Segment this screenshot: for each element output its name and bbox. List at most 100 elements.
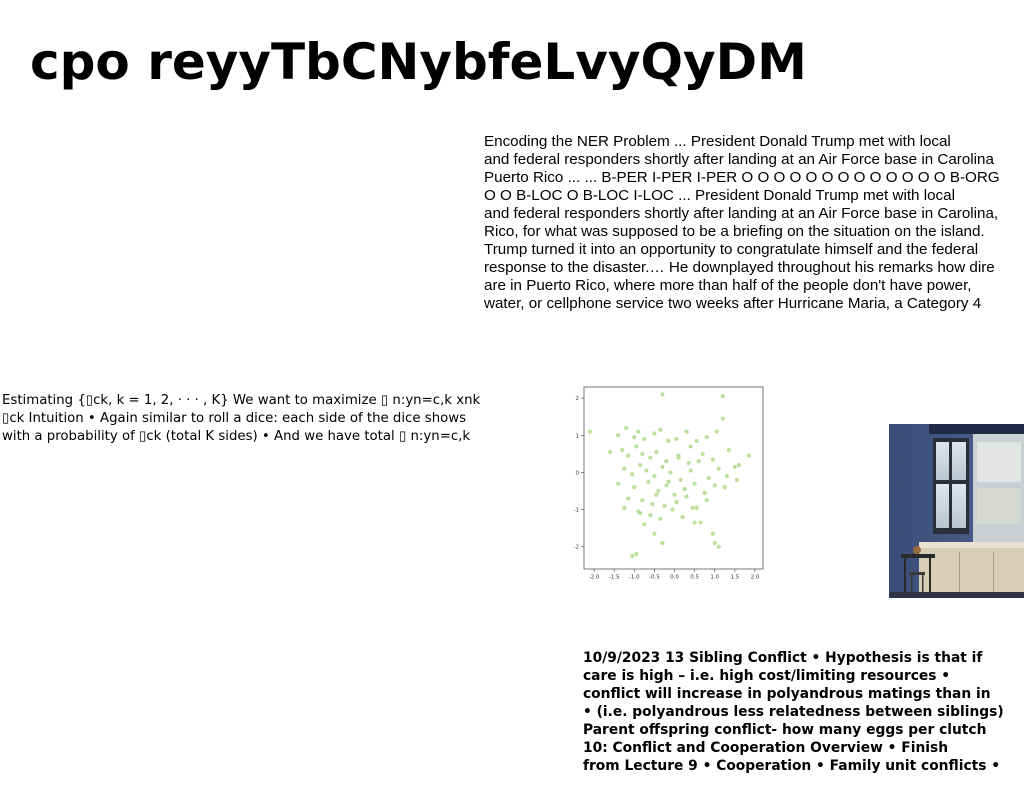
scatter-point [648, 455, 653, 460]
scatter-point [684, 429, 689, 434]
scatter-point [692, 481, 697, 486]
scatter-point [622, 505, 627, 510]
scatter-point [682, 487, 687, 492]
scatter-point [626, 453, 631, 458]
scatter-point [652, 531, 657, 536]
scatter-point [722, 485, 727, 490]
x-tick-label: 2.0 [751, 575, 760, 581]
x-tick-label: -0.5 [649, 575, 660, 581]
scatter-point [616, 433, 621, 438]
page-title: cpo reyyTbCNybfeLvyQyDM [30, 33, 807, 91]
ner-text-block: Encoding the NER Problem ... President D… [484, 133, 1024, 313]
scatter-point [634, 444, 639, 449]
ner-line: Encoding the NER Problem ... President D… [484, 133, 951, 150]
scatter-point [706, 475, 711, 481]
sibling-line: from Lecture 9 • Cooperation • Family un… [583, 758, 1001, 774]
scatter-point [672, 492, 677, 497]
ner-line: water, or cellphone service two weeks af… [484, 295, 982, 312]
scatter-point [692, 520, 697, 525]
estimating-line: ▯ck Intuition • Again similar to roll a … [2, 411, 467, 426]
scatter-point [688, 444, 693, 449]
estimating-text-block: Estimating {▯ck, k = 1, 2, · · · , K} We… [2, 392, 494, 446]
scatter-point [648, 513, 653, 518]
scatter-point [702, 490, 707, 495]
scatter-point [640, 451, 645, 456]
scatter-point [608, 449, 613, 455]
sibling-conflict-text-block: 10/9/2023 13 Sibling Conflict • Hypothes… [583, 649, 1024, 775]
scatter-point [660, 464, 665, 469]
scatter-point [587, 429, 593, 434]
scatter-point [710, 457, 715, 462]
scatter-point [636, 429, 641, 434]
scatter-point [638, 462, 643, 468]
scatter-point [652, 431, 657, 436]
scatter-point [626, 496, 631, 501]
estimating-line: Estimating {▯ck, k = 1, 2, · · · , K} We… [2, 393, 481, 408]
sibling-line: conflict will increase in polyandrous ma… [583, 686, 991, 702]
scatter-point [662, 503, 667, 508]
scatter-point [712, 483, 717, 488]
ner-line: are in Puerto Rico, where more than half… [484, 277, 972, 294]
scatter-point [656, 488, 661, 494]
scatter-point [632, 485, 637, 490]
scatter-point [620, 448, 625, 453]
sibling-line: Parent offspring conflict- how many eggs… [583, 722, 987, 738]
scatter-point [666, 479, 671, 484]
scatter-point [644, 468, 649, 473]
scatter-point [720, 416, 725, 421]
scatter-point [694, 438, 699, 443]
scatter-point [688, 468, 693, 473]
scatter-point [630, 553, 635, 559]
sibling-line: care is high – i.e. high cost/limiting r… [583, 668, 951, 684]
scatter-point [674, 436, 679, 442]
x-tick-label: -1.0 [629, 575, 640, 581]
x-tick-label: 0.5 [690, 575, 699, 581]
scatter-point [616, 481, 621, 486]
scatter-point [640, 498, 645, 503]
y-tick-label: 1 [576, 433, 580, 439]
scatter-point [710, 531, 715, 536]
sibling-line: 10: Conflict and Cooperation Overview • … [583, 740, 949, 756]
y-tick-label: 2 [576, 396, 580, 402]
scatter-point [734, 477, 739, 482]
scatter-point [642, 436, 647, 442]
y-tick-label: 0 [576, 470, 580, 476]
ner-line: and federal responders shortly after lan… [484, 151, 994, 168]
scatter-point [642, 522, 647, 527]
scatter-point [696, 459, 701, 464]
kitchen-photo [889, 424, 1024, 598]
scatter-point [658, 427, 663, 432]
scatter-point [698, 520, 703, 525]
sibling-line: • (i.e. polyandrous less relatedness bet… [583, 704, 1004, 720]
scatter-point [704, 498, 709, 503]
scatter-point [660, 392, 665, 397]
scatter-point [658, 516, 663, 521]
scatter-point [622, 466, 627, 471]
scatter-point [664, 483, 669, 488]
x-tick-label: -1.5 [609, 575, 620, 581]
scatter-plot: -2.0 -1.5 -1.0 -0.5 0.0 0.5 1.0 1.5 2.0 2 1 0 -1 -2 [574, 386, 764, 581]
sibling-line: 10/9/2023 13 Sibling Conflict • Hypothes… [583, 650, 983, 666]
scatter-point [624, 425, 629, 430]
x-tick-label: 1.5 [730, 575, 739, 581]
scatter-point [650, 501, 655, 507]
estimating-line: with a probability of ▯ck (total K sides… [2, 429, 471, 444]
scatter-point [690, 505, 695, 510]
scatter-point [634, 552, 639, 557]
scatter-point [700, 451, 705, 456]
scatter-point [694, 505, 699, 510]
scatter-point [638, 511, 643, 516]
y-tick-label: -1 [574, 508, 579, 514]
scatter-point [716, 466, 721, 471]
scatter-point [720, 394, 725, 399]
scatter-point [630, 472, 635, 477]
ner-line: response to the disaster.… He downplayed… [484, 259, 995, 276]
y-tick-label: -2 [574, 545, 579, 551]
ner-line: Rico, for what was supposed to be a brie… [484, 223, 985, 240]
scatter-point [660, 540, 665, 546]
ner-line: Puerto Rico ... ... B-PER I-PER I-PER O … [484, 169, 1000, 186]
scatter-point [680, 514, 685, 520]
scatter-point [646, 479, 651, 484]
x-tick-label: 0.0 [670, 575, 679, 581]
scatter-point [654, 492, 659, 497]
